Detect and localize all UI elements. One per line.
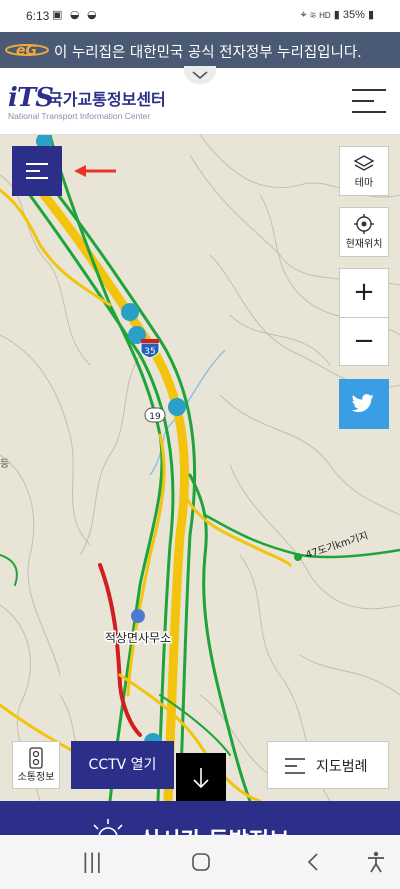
sun-icon — [93, 819, 123, 835]
zoom-control: + − — [339, 268, 389, 366]
map-legend-button[interactable]: 지도범례 — [267, 741, 389, 789]
hamburger-icon[interactable] — [352, 88, 386, 114]
accessibility-icon[interactable] — [366, 851, 386, 873]
bowl-icon: ◒ — [69, 8, 82, 21]
office-icon — [131, 609, 145, 623]
image-icon: ▣ — [52, 8, 65, 21]
battery-icon: ▮ — [367, 9, 374, 21]
location-icon: ⌖ — [300, 9, 307, 21]
scroll-down-button[interactable] — [176, 753, 226, 803]
its-logo-mark: iTS — [8, 83, 54, 113]
map-edge-text: 등 — [0, 458, 9, 470]
home-icon[interactable] — [192, 853, 210, 871]
status-bar: 6:13 ▣ ◒ ◒ ⌖ ≋ HD ▮ 35% ▮ — [0, 0, 400, 32]
recent-apps-icon[interactable]: ||| — [82, 849, 102, 873]
incident-info-title: 실시간 돌발정보 — [140, 823, 289, 835]
hd-icon: HD — [319, 11, 331, 20]
svg-text:eG: eG — [16, 43, 37, 59]
back-icon[interactable] — [306, 853, 320, 871]
route-label-35: 35 — [144, 347, 155, 357]
location-label: 현재위치 — [345, 239, 383, 250]
traffic-light-icon — [29, 747, 43, 769]
map-legend-label: 지도범례 — [316, 759, 368, 775]
arrow-down-icon — [193, 768, 209, 789]
bowl-icon: ◒ — [87, 8, 99, 21]
egov-logo: eG — [5, 43, 49, 59]
chevron-down-icon — [192, 71, 208, 80]
twitter-icon — [352, 394, 374, 413]
zoom-out-button[interactable]: − — [340, 318, 388, 366]
status-time: 6:13 — [26, 9, 50, 23]
site-subtitle: National Transport Information Center — [8, 111, 151, 121]
header-collapse-button[interactable] — [184, 66, 216, 84]
list-icon — [285, 758, 305, 774]
place-label: 적상면사무소 — [105, 631, 171, 645]
current-location-button[interactable]: 현재위치 — [339, 207, 389, 257]
site-title: 국가교통정보센터 — [48, 90, 166, 109]
incident-info-banner[interactable]: 실시간 돌발정보 — [0, 801, 400, 835]
theme-label: 테마 — [354, 178, 374, 189]
map-menu-button[interactable] — [12, 146, 62, 196]
zoom-in-button[interactable]: + — [340, 269, 388, 317]
signal-icon: ▮ — [333, 9, 340, 21]
wifi-icon: ≋ — [309, 9, 317, 21]
gov-banner-text: 이 누리집은 대한민국 공식 전자정부 누리집입니다. — [54, 45, 362, 61]
gov-banner[interactable]: eG 이 누리집은 대한민국 공식 전자정부 누리집입니다. — [0, 32, 400, 68]
twitter-button[interactable] — [339, 379, 389, 429]
cctv-open-button[interactable]: CCTV 열기 — [71, 741, 174, 789]
route-label-19: 19 — [149, 412, 161, 422]
battery-percent: 35% — [342, 9, 365, 21]
crosshair-icon — [354, 214, 374, 234]
status-right: ⌖ ≋ HD ▮ 35% ▮ — [301, 8, 374, 22]
layers-icon — [353, 155, 375, 171]
android-nav-bar: ||| — [0, 835, 400, 889]
traffic-info-button[interactable]: 소통정보 — [12, 741, 60, 789]
traffic-info-label: 소통정보 — [17, 772, 55, 783]
notification-icons: ▣ ◒ ◒ — [52, 8, 99, 21]
theme-button[interactable]: 테마 — [339, 146, 389, 196]
site-header: iTS 국가교통정보센터 National Transport Informat… — [0, 66, 400, 135]
